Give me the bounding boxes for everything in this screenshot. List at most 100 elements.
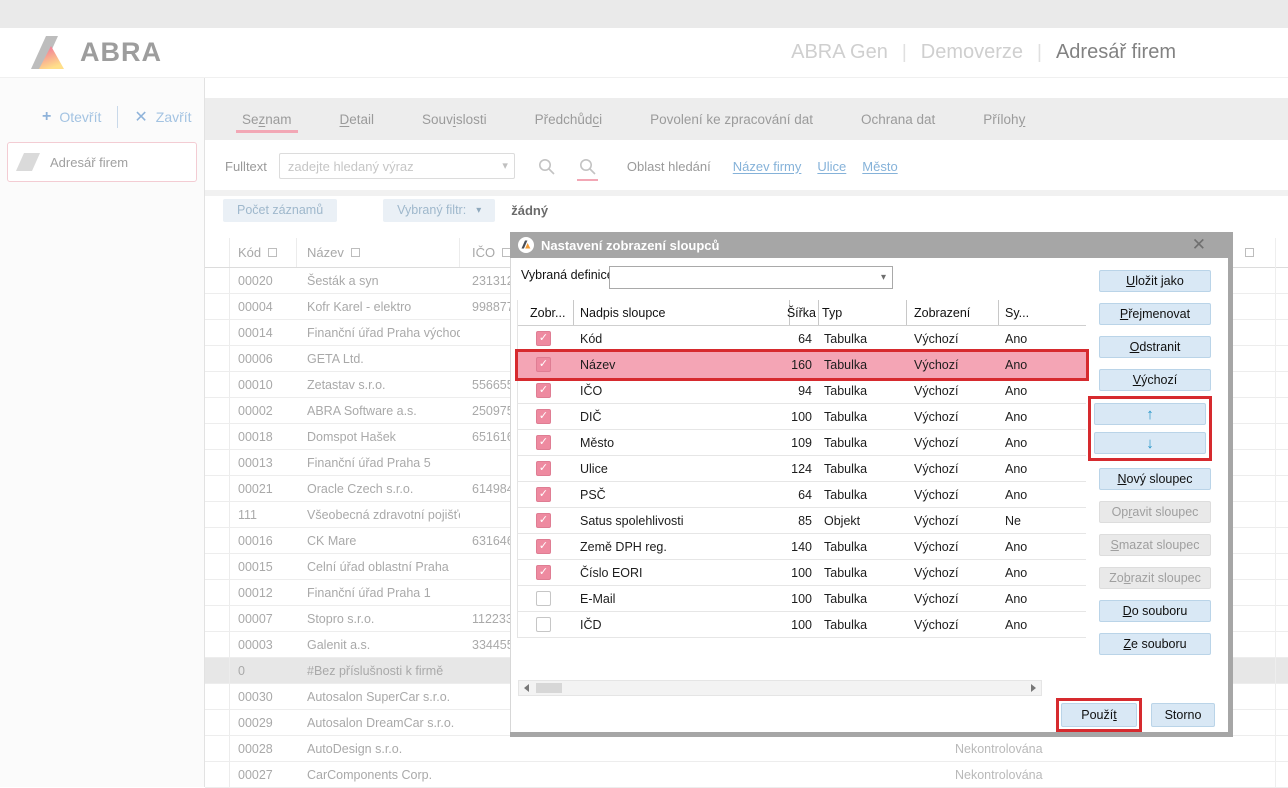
dialog-column-row[interactable]: Země DPH reg. 140 Tabulka Výchozí Ano xyxy=(518,534,1086,560)
visible-checkbox[interactable] xyxy=(536,487,551,502)
dialog-column-row[interactable]: E-Mail 100 Tabulka Výchozí Ano xyxy=(518,586,1086,612)
visible-checkbox[interactable] xyxy=(536,383,551,398)
move-up-button[interactable]: ↑ xyxy=(1094,403,1206,425)
dialog-column-row[interactable]: IČD 100 Tabulka Výchozí Ano xyxy=(518,612,1086,638)
cell-column-sys: Ano xyxy=(999,456,1086,481)
open-button[interactable]: + Otevřít xyxy=(42,108,101,126)
column-header-fragment[interactable] xyxy=(1245,238,1254,267)
row-selector-cell xyxy=(205,580,230,605)
search-input[interactable] xyxy=(279,153,515,179)
horizontal-scrollbar[interactable] xyxy=(518,680,1042,696)
scroll-left-icon[interactable] xyxy=(519,681,534,695)
dialog-side-button[interactable]: Uložit jako xyxy=(1099,270,1211,292)
sort-box-icon[interactable] xyxy=(1245,248,1254,257)
move-down-button[interactable]: ↓ xyxy=(1094,432,1206,454)
cancel-button[interactable]: Storno xyxy=(1151,703,1215,727)
cell-code: 00015 xyxy=(230,554,297,579)
tab[interactable]: Detail xyxy=(338,101,377,138)
search-dropdown-icon[interactable]: ▾ xyxy=(502,159,508,172)
tab[interactable]: Ochrana dat xyxy=(859,101,937,138)
dialog-titlebar[interactable]: Nastavení zobrazení sloupců ✕ xyxy=(510,232,1228,258)
row-selector-cell xyxy=(205,502,230,527)
down-arrow-icon: ↓ xyxy=(1146,435,1154,452)
visible-checkbox[interactable] xyxy=(536,591,551,606)
dialog-side-button[interactable]: Přejmenovat xyxy=(1099,303,1211,325)
cell-column-name: Kód xyxy=(574,326,790,351)
dialog-column-row[interactable]: Satus spolehlivosti 85 Objekt Výchozí Ne xyxy=(518,508,1086,534)
dialog-side-button[interactable]: Ze souboru xyxy=(1099,633,1211,655)
visible-checkbox[interactable] xyxy=(536,513,551,528)
sort-box-icon[interactable] xyxy=(351,248,360,257)
tab[interactable]: Přílohy xyxy=(981,101,1027,138)
dialog-column-row[interactable]: DIČ 100 Tabulka Výchozí Ano xyxy=(518,404,1086,430)
tab[interactable]: Předchůdci xyxy=(533,101,605,138)
dialog-column-row[interactable]: IČO 94 Tabulka Výchozí Ano xyxy=(518,378,1086,404)
visible-checkbox[interactable] xyxy=(536,461,551,476)
column-header-zobr[interactable]: Zobr... xyxy=(518,300,574,325)
column-header-nadpis[interactable]: Nadpis sloupce xyxy=(574,300,790,325)
dialog-side-button[interactable]: Opravit sloupec xyxy=(1099,501,1211,523)
visible-checkbox[interactable] xyxy=(536,539,551,554)
dialog-close-icon[interactable]: ✕ xyxy=(1192,235,1206,255)
filter-value: žádný xyxy=(511,203,548,218)
cell-column-sys: Ano xyxy=(999,352,1086,377)
column-header-nazev[interactable]: Název xyxy=(297,238,460,267)
dialog-column-row[interactable]: Město 109 Tabulka Výchozí Ano xyxy=(518,430,1086,456)
record-count-button[interactable]: Počet záznamů xyxy=(223,199,337,222)
cell-name: Šesták a syn xyxy=(297,268,460,293)
visible-checkbox[interactable] xyxy=(536,331,551,346)
dialog-side-button[interactable]: Nový sloupec xyxy=(1099,468,1211,490)
scope-link[interactable]: Město xyxy=(862,159,897,174)
scrollbar-track[interactable] xyxy=(534,681,1026,695)
cell-column-name: Satus spolehlivosti xyxy=(574,508,790,533)
close-button-label: Zavřít xyxy=(156,109,192,125)
column-header-zobrazeni[interactable]: Zobrazení xyxy=(907,300,999,325)
cell-name: Stopro s.r.o. xyxy=(297,606,460,631)
dialog-column-row[interactable]: Ulice 124 Tabulka Výchozí Ano xyxy=(518,456,1086,482)
dialog-body: Vybraná definice: ▾ Zobr... Nadpis sloup… xyxy=(510,258,1228,732)
row-selector-cell xyxy=(205,554,230,579)
sidebar-item-adresar-firem[interactable]: Adresář firem xyxy=(7,142,197,182)
apply-button[interactable]: Použít xyxy=(1061,703,1137,727)
tab[interactable]: Seznam xyxy=(240,101,294,138)
search-icon[interactable] xyxy=(537,157,556,176)
scope-link[interactable]: Název firmy xyxy=(733,159,802,174)
dialog-side-button[interactable]: Výchozí xyxy=(1099,369,1211,391)
sort-box-icon[interactable] xyxy=(268,248,277,257)
cell-column-display: Výchozí xyxy=(907,352,999,377)
search-in-scope-icon[interactable] xyxy=(578,157,597,176)
visible-checkbox[interactable] xyxy=(536,357,551,372)
close-button[interactable]: ✕ Zavřít xyxy=(134,107,191,127)
tab[interactable]: Souvislosti xyxy=(420,101,489,138)
abra-dialog-icon xyxy=(518,237,534,253)
tab[interactable]: Povolení ke zpracování dat xyxy=(648,101,815,138)
column-header-sirka[interactable]: Šířka xyxy=(790,300,819,325)
dialog-side-button[interactable]: Smazat sloupec xyxy=(1099,534,1211,556)
filter-select[interactable]: Vybraný filtr: ▾ xyxy=(383,199,495,222)
cell-name: AutoDesign s.r.o. xyxy=(297,736,460,761)
scroll-right-icon[interactable] xyxy=(1026,681,1041,695)
visible-checkbox[interactable] xyxy=(536,617,551,632)
dialog-side-button[interactable]: Do souboru xyxy=(1099,600,1211,622)
dialog-column-row[interactable]: Kód 64 Tabulka Výchozí Ano xyxy=(518,326,1086,352)
cell-column-name: PSČ xyxy=(574,482,790,507)
visible-checkbox[interactable] xyxy=(536,409,551,424)
visible-checkbox[interactable] xyxy=(536,565,551,580)
dialog-side-button[interactable]: Odstranit xyxy=(1099,336,1211,358)
dialog-column-row[interactable]: Název 160 Tabulka Výchozí Ano xyxy=(518,352,1086,378)
table-row[interactable]: 00027 CarComponents Corp. Nekontrolována xyxy=(205,762,1288,788)
dialog-column-row[interactable]: Číslo EORI 100 Tabulka Výchozí Ano xyxy=(518,560,1086,586)
column-header-sy[interactable]: Sy... xyxy=(999,300,1086,325)
visible-checkbox[interactable] xyxy=(536,435,551,450)
column-header-kod[interactable]: Kód xyxy=(230,238,297,267)
dialog-side-buttons-rest: Nový sloupec Opravit sloupec Smazat slou… xyxy=(1099,468,1211,666)
move-buttons-annotation: ↑ ↓ xyxy=(1088,396,1212,461)
cell-column-sys: Ano xyxy=(999,404,1086,429)
scrollbar-thumb[interactable] xyxy=(536,683,562,693)
dialog-side-button[interactable]: Zobrazit sloupec xyxy=(1099,567,1211,589)
scope-link[interactable]: Ulice xyxy=(817,159,846,174)
table-row[interactable]: 00028 AutoDesign s.r.o. Nekontrolována xyxy=(205,736,1288,762)
dialog-column-row[interactable]: PSČ 64 Tabulka Výchozí Ano xyxy=(518,482,1086,508)
definition-select[interactable]: ▾ xyxy=(609,266,893,289)
column-header-typ[interactable]: Typ xyxy=(819,300,907,325)
